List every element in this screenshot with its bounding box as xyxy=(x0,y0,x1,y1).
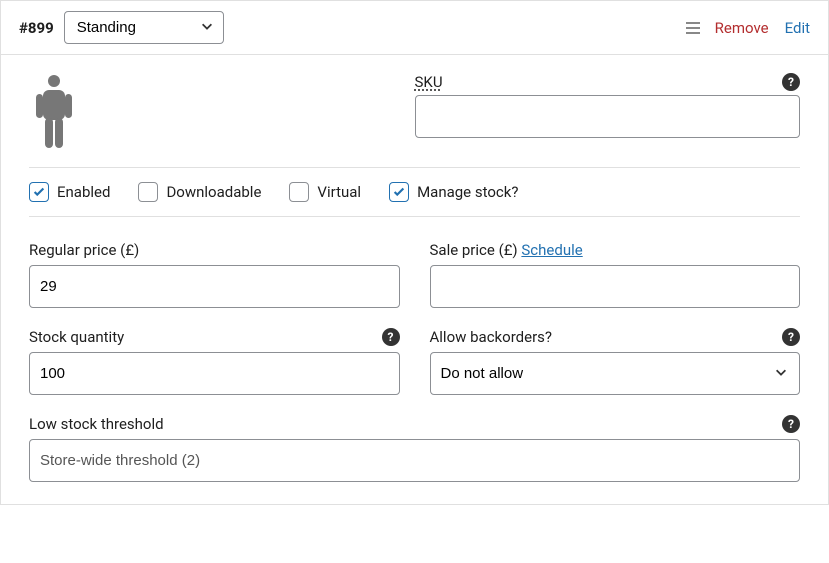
variation-header: #899 Standing Remove Edit xyxy=(1,1,828,55)
stock-quantity-label: Stock quantity xyxy=(29,328,124,346)
virtual-label: Virtual xyxy=(317,183,361,201)
downloadable-checkbox[interactable]: Downloadable xyxy=(138,182,261,202)
variation-id: #899 xyxy=(19,19,54,37)
stock-quantity-input[interactable] xyxy=(29,352,400,395)
remove-link[interactable]: Remove xyxy=(715,19,769,37)
backorders-select[interactable]: Do not allow xyxy=(430,352,801,395)
attribute-select[interactable]: Standing xyxy=(64,11,224,44)
enabled-checkbox[interactable]: Enabled xyxy=(29,182,110,202)
sku-input[interactable] xyxy=(415,95,801,138)
downloadable-label: Downloadable xyxy=(166,183,261,201)
variation-image-placeholder[interactable] xyxy=(29,73,79,153)
help-icon[interactable]: ? xyxy=(782,328,800,346)
regular-price-label: Regular price (£) xyxy=(29,241,139,259)
help-icon[interactable]: ? xyxy=(382,328,400,346)
edit-link[interactable]: Edit xyxy=(785,19,810,37)
drag-handle-icon[interactable] xyxy=(685,21,701,35)
low-stock-input[interactable] xyxy=(29,439,800,482)
regular-price-input[interactable] xyxy=(29,265,400,308)
schedule-link[interactable]: Schedule xyxy=(521,241,582,259)
enabled-label: Enabled xyxy=(57,183,110,201)
backorders-label: Allow backorders? xyxy=(430,328,553,346)
sale-price-label: Sale price (£) xyxy=(430,241,518,259)
help-icon[interactable]: ? xyxy=(782,415,800,433)
sku-label: SKU xyxy=(415,73,443,91)
sale-price-input[interactable] xyxy=(430,265,801,308)
low-stock-label: Low stock threshold xyxy=(29,415,164,433)
checkbox-row: Enabled Downloadable Virtual Manage stoc… xyxy=(29,168,800,217)
help-icon[interactable]: ? xyxy=(782,73,800,91)
manage-stock-checkbox[interactable]: Manage stock? xyxy=(389,182,518,202)
manage-stock-label: Manage stock? xyxy=(417,183,518,201)
virtual-checkbox[interactable]: Virtual xyxy=(289,182,361,202)
person-icon xyxy=(33,74,75,152)
